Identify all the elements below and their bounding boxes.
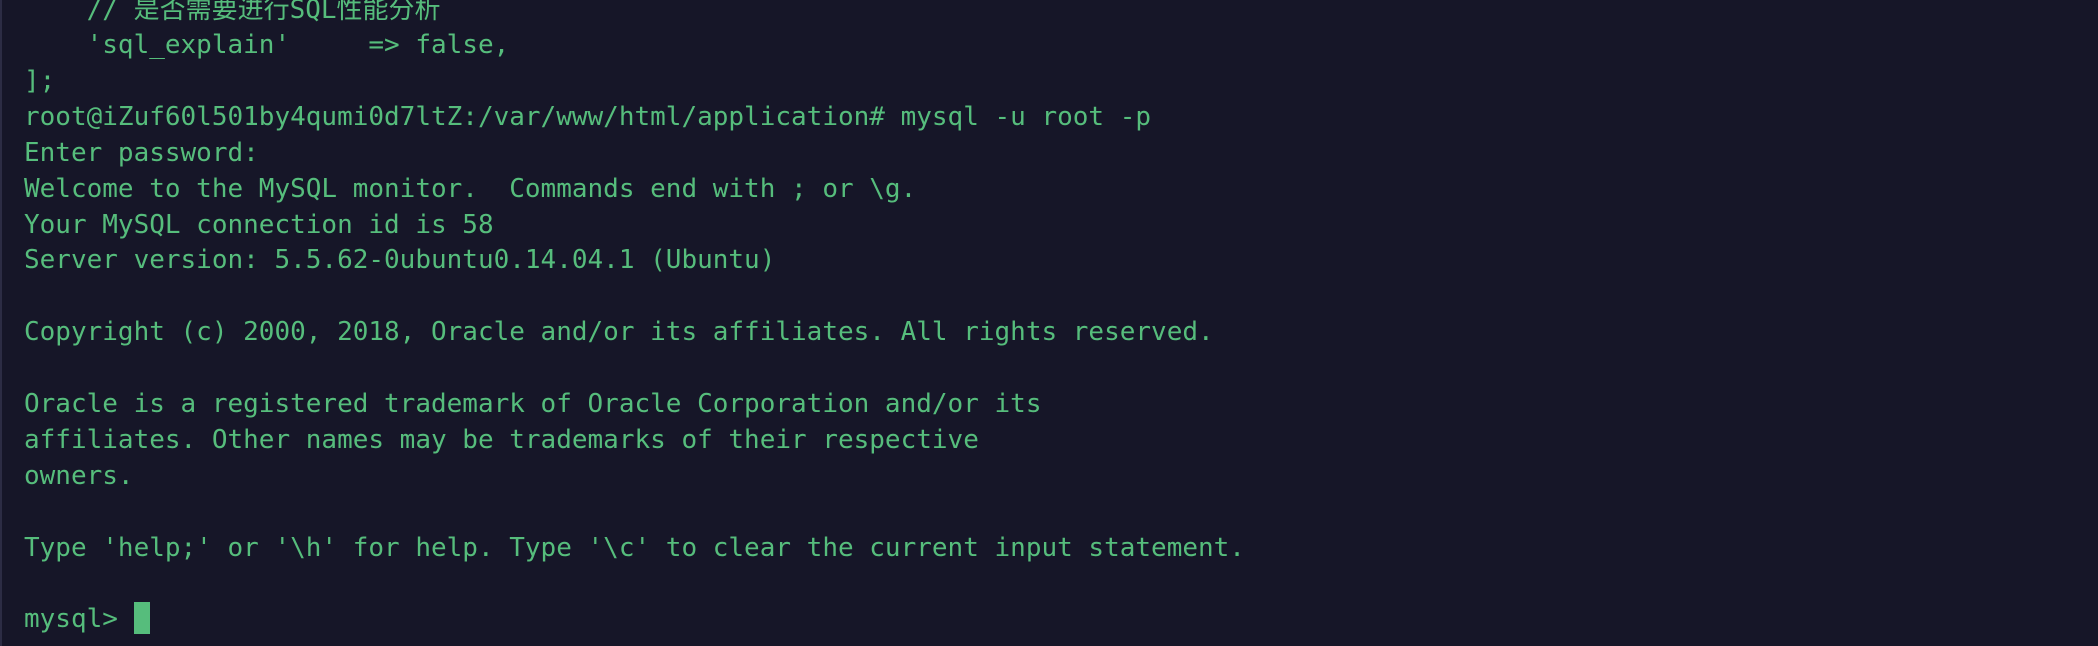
window-edge xyxy=(0,0,2,646)
terminal-line: owners. xyxy=(24,461,134,491)
terminal-line: Enter password: xyxy=(24,138,259,168)
terminal-line: affiliates. Other names may be trademark… xyxy=(24,425,979,455)
terminal-line: 'sql_explain' => false, xyxy=(24,30,510,60)
mysql-input-line[interactable]: mysql> xyxy=(24,601,150,637)
mysql-prompt: mysql> xyxy=(24,604,134,634)
terminal-line: Server version: 5.5.62-0ubuntu0.14.04.1 … xyxy=(24,245,776,275)
terminal-line: Copyright (c) 2000, 2018, Oracle and/or … xyxy=(24,317,1214,347)
terminal-line: ]; xyxy=(24,66,56,96)
terminal-line: Welcome to the MySQL monitor. Commands e… xyxy=(24,174,917,204)
terminal-line: // 是否需要进行SQL性能分析 xyxy=(24,0,441,25)
terminal-line: Type 'help;' or '\h' for help. Type '\c'… xyxy=(24,533,1245,563)
terminal-line: Your MySQL connection id is 58 xyxy=(24,210,494,240)
terminal-line: Oracle is a registered trademark of Orac… xyxy=(24,389,1042,419)
terminal-line: root@iZuf60l501by4qumi0d7ltZ:/var/www/ht… xyxy=(24,102,1152,132)
text-cursor xyxy=(133,601,150,634)
terminal-window[interactable]: // 是否需要进行SQL性能分析 'sql_explain' => false,… xyxy=(0,0,2098,646)
